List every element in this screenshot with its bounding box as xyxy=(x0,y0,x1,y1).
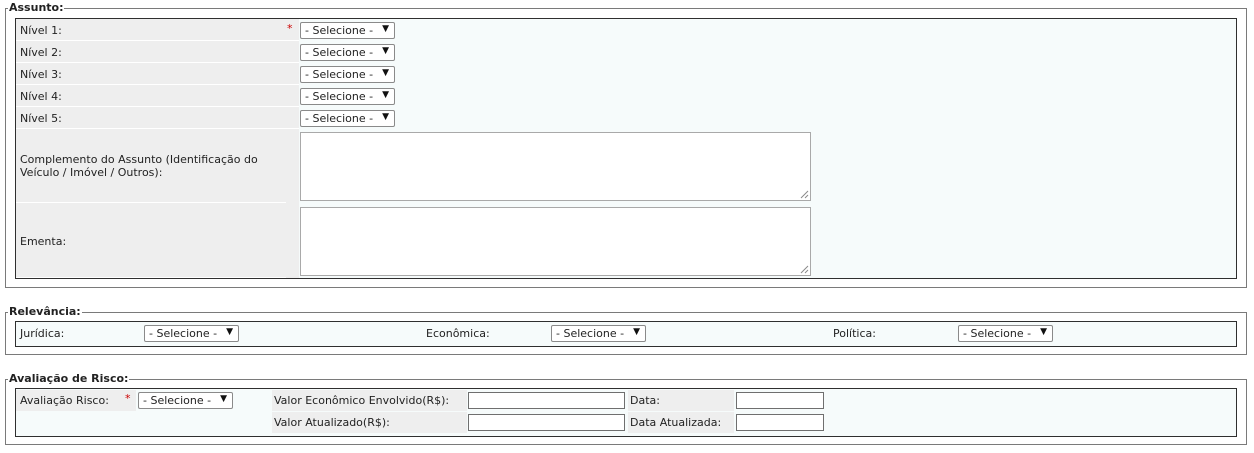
assunto-panel: Nível 1: * - Selecione - ▼ Nível 2: - Se… xyxy=(15,18,1237,279)
nivel-2-row: Nível 2: - Selecione - ▼ xyxy=(16,42,1244,63)
economica-select[interactable]: - Selecione - ▼ xyxy=(551,325,646,342)
chevron-down-icon: ▼ xyxy=(382,90,389,100)
complemento-label-text: Complemento do Assunto (Identificação do… xyxy=(20,153,258,179)
economica-label: Econômica: xyxy=(426,327,490,340)
ementa-label-text: Ementa: xyxy=(20,234,67,248)
nivel-1-select[interactable]: - Selecione - ▼ xyxy=(300,22,395,39)
juridica-select[interactable]: - Selecione - ▼ xyxy=(144,325,239,342)
nivel-1-select-value: - Selecione - xyxy=(305,24,374,37)
nivel-2-select[interactable]: - Selecione - ▼ xyxy=(300,44,395,61)
nivel-4-select-value: - Selecione - xyxy=(305,90,374,103)
ementa-textarea[interactable] xyxy=(300,207,811,276)
nivel-5-label: Nível 5: xyxy=(16,108,299,129)
chevron-down-icon: ▼ xyxy=(1040,327,1047,337)
assunto-fieldset: Assunto: Nível 1: * - Selecione - ▼ Níve… xyxy=(4,1,1247,288)
relevancia-fieldset: Relevância: Jurídica: - Selecione - ▼ Ec… xyxy=(5,305,1247,355)
juridica-label: Jurídica: xyxy=(20,327,65,340)
nivel-5-row: Nível 5: - Selecione - ▼ xyxy=(16,108,1244,129)
avaliacao-risco-required-mark: * xyxy=(125,392,131,405)
nivel-1-required-mark: * xyxy=(287,22,293,35)
nivel-3-select[interactable]: - Selecione - ▼ xyxy=(300,66,395,83)
chevron-down-icon: ▼ xyxy=(220,394,227,404)
valor-economico-input[interactable] xyxy=(468,392,625,409)
relevancia-legend: Relevância: xyxy=(5,305,82,319)
data-atualizada-label: Data Atualizada: xyxy=(628,412,734,433)
chevron-down-icon: ▼ xyxy=(382,24,389,34)
assunto-legend: Assunto: xyxy=(4,1,65,15)
risco-legend: Avaliação de Risco: xyxy=(4,372,130,386)
chevron-down-icon: ▼ xyxy=(382,112,389,122)
avaliacao-risco-select[interactable]: - Selecione - ▼ xyxy=(138,392,233,409)
resize-grip-icon[interactable] xyxy=(800,190,809,199)
chevron-down-icon: ▼ xyxy=(633,327,640,337)
nivel-5-select-value: - Selecione - xyxy=(305,112,374,125)
valor-economico-label-text: Valor Econômico Envolvido(R$): xyxy=(274,394,450,407)
relevancia-panel: Jurídica: - Selecione - ▼ Econômica: - S… xyxy=(15,321,1237,347)
nivel-3-select-value: - Selecione - xyxy=(305,68,374,81)
juridica-select-value: - Selecione - xyxy=(149,327,218,340)
data-atualizada-label-text: Data Atualizada: xyxy=(630,416,722,429)
nivel-2-label: Nível 2: xyxy=(16,42,299,63)
nivel-3-row: Nível 3: - Selecione - ▼ xyxy=(16,64,1244,85)
ementa-label: Ementa: xyxy=(16,205,286,278)
nivel-1-row: Nível 1: * - Selecione - ▼ xyxy=(16,20,1244,41)
data-input[interactable] xyxy=(736,392,824,409)
nivel-4-select[interactable]: - Selecione - ▼ xyxy=(300,88,395,105)
avaliacao-risco-label-text: Avaliação Risco: xyxy=(20,394,109,407)
resize-grip-icon[interactable] xyxy=(800,265,809,274)
complemento-textarea[interactable] xyxy=(300,132,811,201)
nivel-4-row: Nível 4: - Selecione - ▼ xyxy=(16,86,1244,107)
risco-panel: Avaliação Risco: * - Selecione - ▼ Valor… xyxy=(15,388,1237,437)
politica-select-value: - Selecione - xyxy=(963,327,1032,340)
nivel-3-label: Nível 3: xyxy=(16,64,299,85)
valor-economico-label: Valor Econômico Envolvido(R$): xyxy=(272,390,467,411)
nivel-4-label: Nível 4: xyxy=(16,86,299,107)
chevron-down-icon: ▼ xyxy=(382,68,389,78)
politica-label: Política: xyxy=(833,327,876,340)
nivel-1-label: Nível 1: xyxy=(16,20,299,41)
avaliacao-risco-select-value: - Selecione - xyxy=(143,394,212,407)
complemento-label: Complemento do Assunto (Identificação do… xyxy=(16,130,286,203)
nivel-2-select-value: - Selecione - xyxy=(305,46,374,59)
nivel-5-select[interactable]: - Selecione - ▼ xyxy=(300,110,395,127)
chevron-down-icon: ▼ xyxy=(382,46,389,56)
valor-atualizado-label-text: Valor Atualizado(R$): xyxy=(274,416,390,429)
economica-select-value: - Selecione - xyxy=(556,327,625,340)
chevron-down-icon: ▼ xyxy=(226,327,233,337)
data-label-text: Data: xyxy=(630,394,660,407)
avaliacao-risco-label: Avaliação Risco: xyxy=(16,390,136,411)
politica-select[interactable]: - Selecione - ▼ xyxy=(958,325,1053,342)
risco-fieldset: Avaliação de Risco: Avaliação Risco: * -… xyxy=(4,372,1247,445)
valor-atualizado-label: Valor Atualizado(R$): xyxy=(272,412,467,433)
data-atualizada-input[interactable] xyxy=(736,414,824,431)
valor-atualizado-input[interactable] xyxy=(468,414,625,431)
data-label: Data: xyxy=(628,390,734,411)
